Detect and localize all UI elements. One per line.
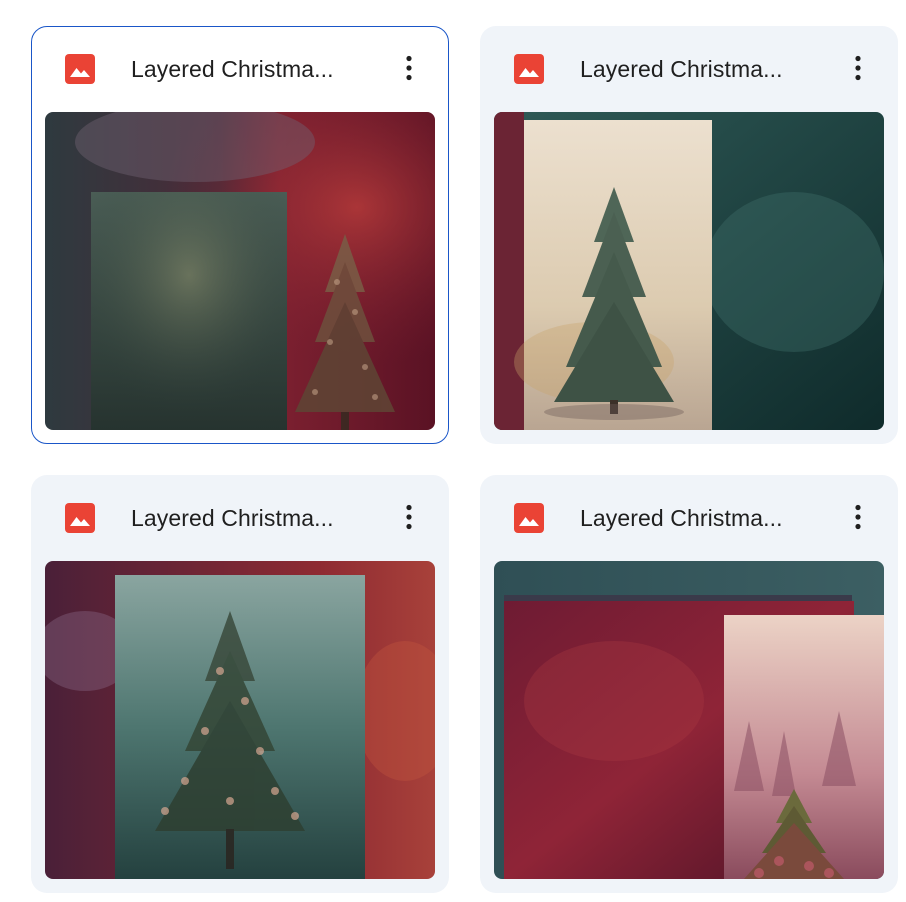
- file-thumbnail: [494, 112, 884, 430]
- file-card-header: Layered Christma...: [31, 475, 449, 561]
- file-thumbnail: [45, 561, 435, 879]
- file-name: Layered Christma...: [131, 505, 334, 531]
- more-vert-icon: [406, 504, 412, 530]
- more-vert-icon: [406, 55, 412, 81]
- more-actions-button[interactable]: [391, 499, 427, 535]
- file-grid: Layered Christma... Layered Christma... …: [0, 0, 906, 902]
- file-name: Layered Christma...: [131, 56, 334, 82]
- file-card[interactable]: Layered Christma...: [31, 475, 449, 893]
- file-card[interactable]: Layered Christma...: [31, 26, 449, 444]
- image-file-icon: [514, 503, 544, 533]
- more-actions-button[interactable]: [840, 499, 876, 535]
- more-vert-icon: [855, 504, 861, 530]
- file-card[interactable]: Layered Christma...: [480, 26, 898, 444]
- image-file-icon: [514, 54, 544, 84]
- file-name: Layered Christma...: [580, 56, 783, 82]
- file-card[interactable]: Layered Christma...: [480, 475, 898, 893]
- file-thumbnail: [494, 561, 884, 879]
- more-actions-button[interactable]: [840, 50, 876, 86]
- file-card-header: Layered Christma...: [480, 26, 898, 112]
- more-actions-button[interactable]: [391, 50, 427, 86]
- more-vert-icon: [855, 55, 861, 81]
- image-file-icon: [65, 54, 95, 84]
- file-card-header: Layered Christma...: [480, 475, 898, 561]
- file-thumbnail: [45, 112, 435, 430]
- image-file-icon: [65, 503, 95, 533]
- file-card-header: Layered Christma...: [32, 27, 448, 113]
- file-name: Layered Christma...: [580, 505, 783, 531]
